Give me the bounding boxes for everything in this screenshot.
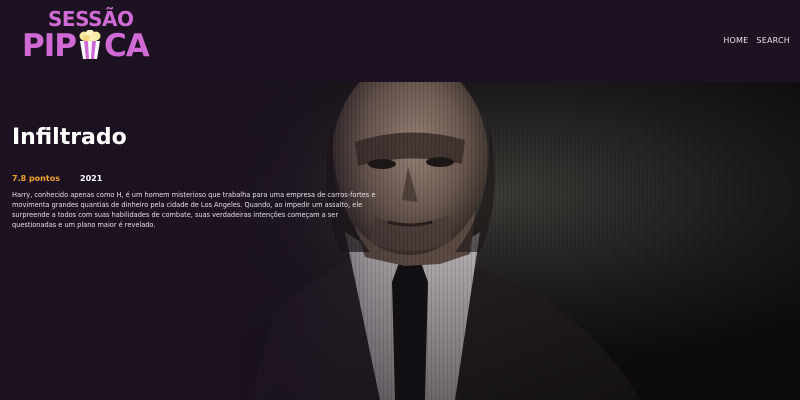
movie-year: 2021 bbox=[80, 174, 103, 183]
logo-line-2-part-2: CA bbox=[103, 28, 150, 64]
site-header: SESSÃO PIP CA HOME SEARCH bbox=[0, 0, 800, 82]
popcorn-icon bbox=[79, 30, 101, 59]
movie-overview: Harry, conhecido apenas como H, é um hom… bbox=[12, 191, 376, 229]
main-nav: HOME SEARCH bbox=[723, 36, 790, 45]
movie-rating: 7.8 pontos bbox=[12, 174, 60, 183]
movie-meta: 7.8 pontos 2021 bbox=[12, 174, 384, 183]
logo-line-2: PIP CA bbox=[22, 28, 150, 64]
movie-title: Infiltrado bbox=[12, 125, 127, 150]
logo-line-2-part-1: PIP bbox=[22, 28, 77, 64]
movie-hero: Infiltrado 7.8 pontos 2021 Harry, conhec… bbox=[0, 82, 800, 400]
nav-home-link[interactable]: HOME bbox=[723, 36, 748, 45]
logo-line-1: SESSÃO bbox=[48, 7, 134, 31]
movie-info: Infiltrado 7.8 pontos 2021 Harry, conhec… bbox=[12, 124, 384, 230]
nav-search-link[interactable]: SEARCH bbox=[756, 36, 790, 45]
site-logo[interactable]: SESSÃO PIP CA bbox=[22, 8, 174, 66]
